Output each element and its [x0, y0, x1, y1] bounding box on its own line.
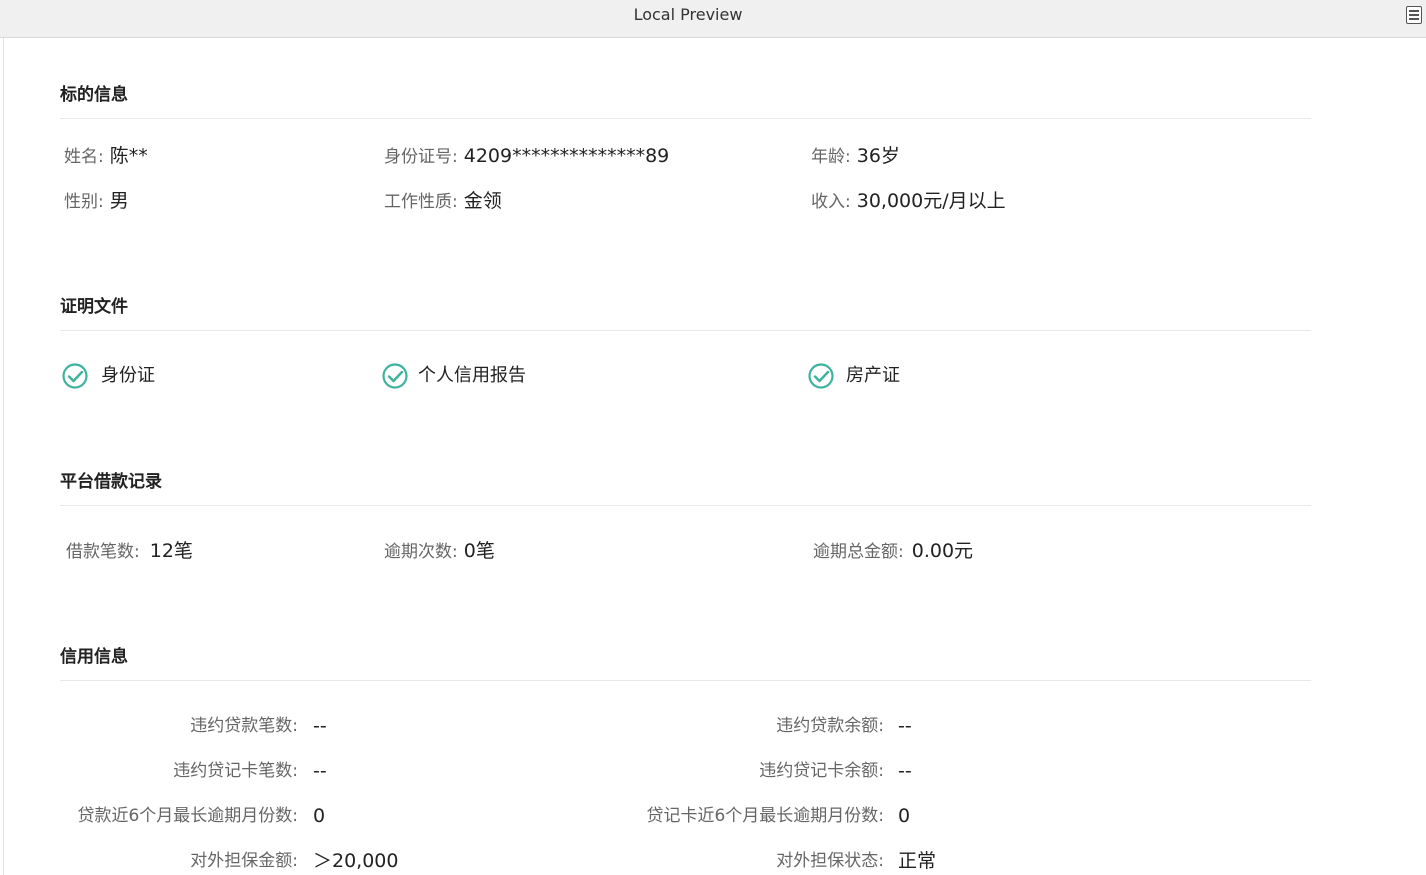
- document-item-credit-report: 个人信用报告: [381, 361, 641, 391]
- window-titlebar: Local Preview: [0, 0, 1426, 38]
- field-value: ＞20,000: [313, 850, 399, 872]
- field-value: 0: [898, 805, 911, 827]
- field-label: 对外担保金额:: [190, 851, 298, 871]
- field-value: 男: [109, 190, 129, 212]
- field-value: 30,000元/月以上: [856, 190, 1006, 212]
- section-title-loan-record: 平台借款记录: [60, 472, 162, 492]
- document-item-id-card: 身份证: [61, 361, 261, 391]
- credit-field-card-max-overdue-months: 贷记卡近6个月最长逾期月份数:: [600, 803, 884, 829]
- credit-field-default-loan-count: 违约贷款笔数:: [40, 713, 298, 739]
- document-label: 身份证: [101, 365, 155, 386]
- field-label: 性别:: [64, 192, 104, 212]
- field-value: --: [313, 760, 327, 782]
- credit-field-guarantee-amount: 对外担保金额:: [40, 848, 298, 874]
- section-divider: [60, 505, 1311, 506]
- field-label: 姓名:: [64, 147, 104, 167]
- field-name: 姓名: 陈**: [64, 143, 148, 169]
- field-label: 贷记卡近6个月最长逾期月份数:: [646, 806, 884, 826]
- field-label: 违约贷记卡余额:: [759, 761, 884, 781]
- field-value: 36岁: [856, 145, 900, 167]
- field-overdue-count: 逾期次数: 0笔: [384, 538, 495, 564]
- section-title-credit-info: 信用信息: [60, 647, 128, 667]
- field-label: 违约贷记卡笔数:: [173, 761, 298, 781]
- field-value: 4209**************89: [463, 145, 670, 167]
- field-label: 贷款近6个月最长逾期月份数:: [77, 806, 298, 826]
- field-age: 年龄: 36岁: [811, 143, 900, 169]
- field-value: --: [898, 715, 912, 737]
- field-id-number: 身份证号: 4209**************89: [384, 143, 669, 169]
- field-income: 收入: 30,000元/月以上: [811, 188, 1006, 214]
- section-divider: [60, 330, 1311, 331]
- field-label: 逾期次数:: [384, 542, 458, 562]
- section-title-target-info: 标的信息: [60, 85, 128, 105]
- field-label: 违约贷款笔数:: [190, 716, 298, 736]
- section-divider: [60, 118, 1311, 119]
- credit-field-guarantee-status: 对外担保状态:: [600, 848, 884, 874]
- credit-field-default-loan-balance: 违约贷款余额:: [600, 713, 884, 739]
- left-edge-border: [0, 38, 4, 875]
- field-value: 正常: [898, 850, 937, 872]
- field-value: 金领: [463, 190, 502, 212]
- field-label: 逾期总金额:: [813, 542, 904, 562]
- document-label: 个人信用报告: [418, 365, 526, 386]
- field-label: 对外担保状态:: [776, 851, 884, 871]
- field-value: 0: [313, 805, 326, 827]
- field-value: 12笔: [149, 540, 193, 562]
- check-circle-icon: [382, 363, 408, 389]
- document-item-property-certificate: 房产证: [807, 361, 1007, 391]
- field-label: 借款笔数:: [66, 542, 140, 562]
- field-loan-count: 借款笔数: 12笔: [66, 538, 193, 564]
- field-value: --: [313, 715, 327, 737]
- window-title: Local Preview: [633, 5, 743, 24]
- section-title-documents: 证明文件: [60, 297, 128, 317]
- field-label: 收入:: [811, 192, 851, 212]
- check-circle-icon: [62, 363, 88, 389]
- field-label: 年龄:: [811, 147, 851, 167]
- field-gender: 性别: 男: [64, 188, 129, 214]
- credit-field-default-card-count: 违约贷记卡笔数:: [40, 758, 298, 784]
- field-overdue-total: 逾期总金额: 0.00元: [813, 538, 973, 564]
- field-value: --: [898, 760, 912, 782]
- document-label: 房产证: [846, 365, 900, 386]
- field-value: 陈**: [109, 145, 148, 167]
- field-value: 0.00元: [911, 540, 974, 562]
- credit-field-default-card-balance: 违约贷记卡余额:: [600, 758, 884, 784]
- field-label: 工作性质:: [384, 192, 458, 212]
- field-job-type: 工作性质: 金领: [384, 188, 502, 214]
- credit-field-loan-max-overdue-months: 贷款近6个月最长逾期月份数:: [40, 803, 298, 829]
- check-circle-icon: [808, 363, 834, 389]
- field-value: 0笔: [463, 540, 495, 562]
- document-menu-icon[interactable]: [1406, 6, 1422, 24]
- field-label: 违约贷款余额:: [776, 716, 884, 736]
- field-label: 身份证号:: [384, 147, 458, 167]
- section-divider: [60, 680, 1311, 681]
